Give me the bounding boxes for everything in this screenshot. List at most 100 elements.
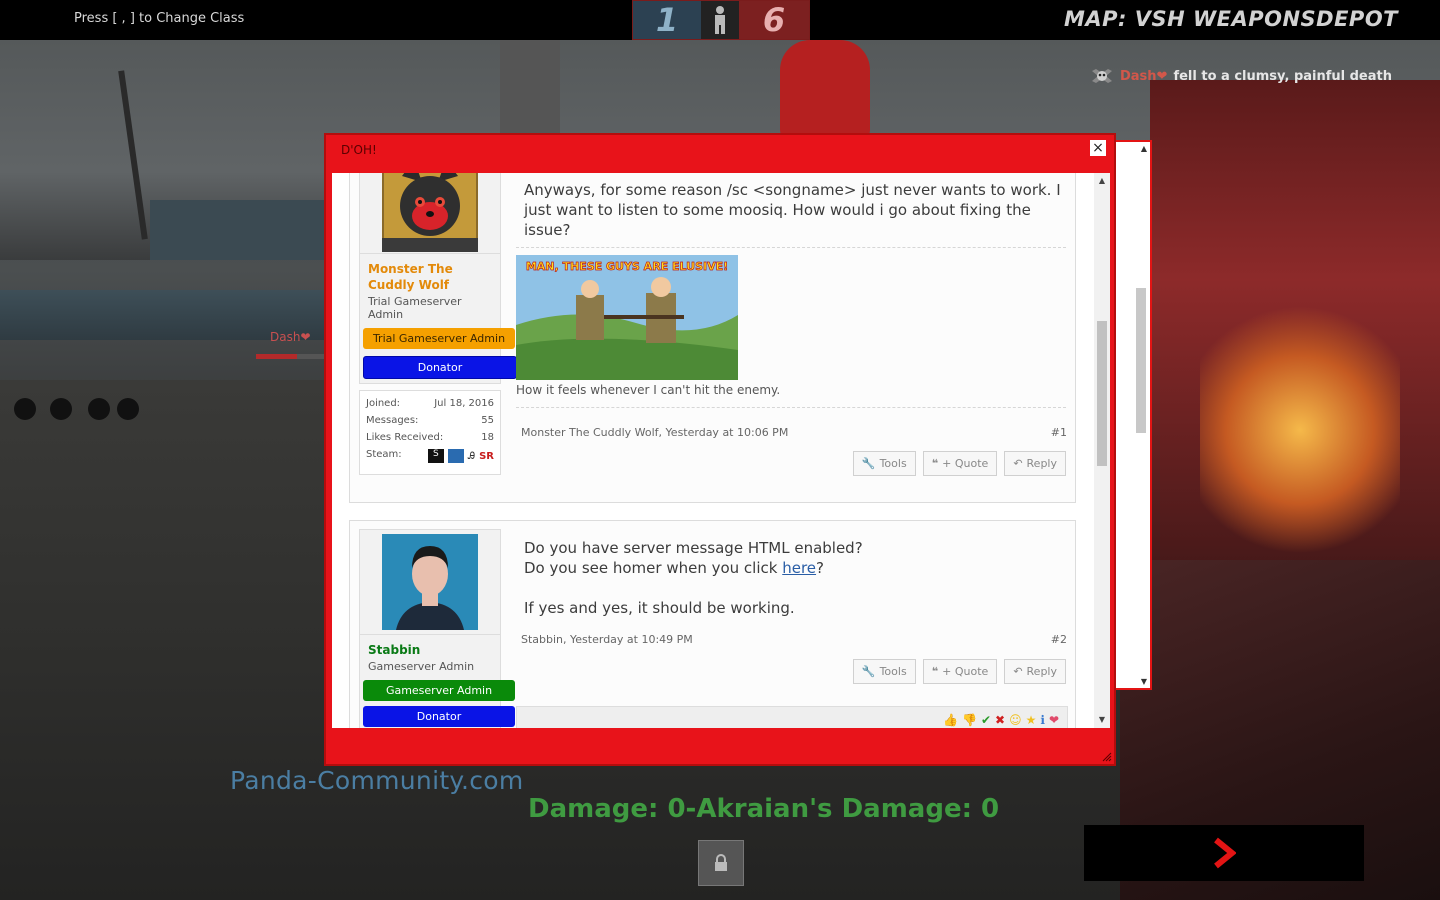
reply-button[interactable]: ↶ Reply (1004, 659, 1066, 684)
kill-feed: Dash❤ fell to a clumsy, painful death (1090, 66, 1392, 86)
winner-icon[interactable]: ★ (1026, 713, 1037, 727)
player-icon (701, 1, 739, 39)
player-health-fill (256, 354, 297, 359)
reply-button[interactable]: ↶ Reply (1004, 451, 1066, 476)
post-controls: 🔧 Tools ❝ + Quote ↶ Reply (852, 659, 1066, 684)
user-info-block: Monster The Cuddly Wolf Trial Gameserver… (359, 173, 517, 475)
here-link[interactable]: here (782, 559, 816, 577)
user-info: Stabbin Gameserver Admin Gameserver Admi… (359, 635, 515, 728)
post-controls: 🔧 Tools ❝ + Quote ↶ Reply (852, 451, 1066, 476)
damage-readout: Damage: 0-Akraian's Damage: 0 (528, 794, 1000, 824)
stat-likes: Likes Received: 18 (366, 432, 494, 443)
forum-post: Stabbin Gameserver Admin Gameserver Admi… (349, 520, 1076, 728)
tire (50, 398, 72, 420)
blu-score: 1 (633, 1, 701, 39)
avatar[interactable] (382, 173, 478, 252)
steam-icon[interactable]: S (427, 449, 444, 463)
stat-messages: Messages: 55 (366, 415, 494, 426)
heart-icon: ❤ (1156, 68, 1168, 84)
avatar-frame (359, 529, 501, 635)
background-scrollbar-thumb[interactable] (1136, 288, 1146, 433)
wrench-icon: 🔧 (861, 457, 876, 470)
tire (117, 398, 139, 420)
stat-steam: Steam: S Ꭿ SR (366, 449, 494, 463)
username[interactable]: Monster The Cuddly Wolf (368, 261, 492, 293)
scroll-down-icon[interactable]: ▼ (1141, 677, 1147, 686)
scroll-down-icon[interactable]: ▼ (1094, 712, 1110, 728)
link-icon[interactable]: Ꭿ (468, 451, 475, 462)
reply-icon: ↶ (1013, 665, 1023, 678)
killfeed-message: fell to a clumsy, painful death (1173, 68, 1392, 84)
like-icon[interactable]: 👍 (943, 713, 958, 727)
user-info: Monster The Cuddly Wolf Trial Gameserver… (359, 254, 517, 384)
user-title: Gameserver Admin (368, 660, 475, 673)
image-caption: How it feels whenever I can't hit the en… (516, 383, 781, 397)
change-class-hint: Press [ , ] to Change Class (74, 11, 245, 26)
lock-button[interactable] (698, 840, 744, 886)
next-button[interactable] (1084, 825, 1364, 881)
avatar-frame (359, 173, 501, 254)
quote-icon: ❝ (931, 665, 939, 678)
quote-icon: ❝ (931, 457, 939, 470)
forum-post: Monster The Cuddly Wolf Trial Gameserver… (349, 173, 1076, 503)
tire (88, 398, 110, 420)
scrollbar-thumb[interactable] (1097, 321, 1107, 466)
post-number[interactable]: #2 (1051, 633, 1067, 646)
tools-button[interactable]: 🔧 Tools (852, 659, 916, 684)
post-number[interactable]: #1 (1051, 426, 1067, 439)
tools-button[interactable]: 🔧 Tools (852, 451, 916, 476)
badge-icon[interactable] (447, 449, 464, 463)
boss-character (780, 40, 870, 140)
lock-icon (715, 854, 727, 871)
chevron-right-icon (1214, 837, 1236, 869)
divider (516, 407, 1066, 408)
disagree-icon[interactable]: ✖ (995, 713, 1005, 727)
user-stats: Joined: Jul 18, 2016 Messages: 55 Likes Re… (359, 390, 501, 475)
team-score: 1 6 (632, 0, 810, 40)
motd-dialog: D'OH! × Monster The Cuddly Wolf Trial Ga… (324, 133, 1116, 766)
post-meta[interactable]: Stabbin, Yesterday at 10:49 PM (521, 633, 693, 646)
avatar[interactable] (382, 534, 478, 630)
donator-banner: Donator (363, 706, 515, 727)
agree-icon[interactable]: ✔ (981, 713, 991, 727)
building-wall (150, 200, 340, 260)
user-info-block: Stabbin Gameserver Admin Gameserver Admi… (359, 529, 515, 728)
skull-icon (1091, 69, 1112, 83)
player-health-bar (256, 354, 324, 359)
quote-button[interactable]: ❝ + Quote (922, 659, 998, 684)
dialog-titlebar[interactable]: D'OH! × (326, 135, 1114, 165)
forum-viewport[interactable]: Monster The Cuddly Wolf Trial Gameserver… (332, 173, 1110, 728)
meme-caption-text: MAN, THESE GUYS ARE ELUSIVE! (526, 260, 728, 273)
map-name: MAP: VSH WEAPONSDEPOT (1063, 7, 1398, 31)
quote-button[interactable]: ❝ + Quote (922, 451, 998, 476)
killfeed-player: Dash❤ (1119, 68, 1168, 84)
reaction-bar: 👍 👎 ✔ ✖ ☺ ★ ℹ ❤ (516, 706, 1068, 728)
info-icon[interactable]: ℹ (1040, 713, 1045, 727)
reaction-icons: 👍 👎 ✔ ✖ ☺ ★ ℹ ❤ (943, 713, 1059, 727)
funny-icon[interactable]: ☺ (1009, 713, 1022, 727)
stat-joined: Joined: Jul 18, 2016 (366, 398, 494, 409)
close-button[interactable]: × (1090, 140, 1106, 156)
resize-grip-icon[interactable] (1102, 752, 1112, 762)
love-icon[interactable]: ❤ (1049, 713, 1059, 727)
player-nametag: Dash❤ (270, 330, 311, 344)
username[interactable]: Stabbin (368, 642, 492, 658)
meme-image[interactable]: MAN, THESE GUYS ARE ELUSIVE! (516, 255, 738, 380)
reply-icon: ↶ (1013, 457, 1023, 470)
divider (516, 247, 1066, 248)
community-watermark: Panda-Community.com (230, 766, 524, 795)
dislike-icon[interactable]: 👎 (962, 713, 977, 727)
trial-admin-banner: Trial Gameserver Admin (363, 328, 515, 349)
fire-glow (1200, 300, 1400, 560)
donator-banner: Donator (363, 356, 517, 379)
tire (14, 398, 36, 420)
post-message: Do you have server message HTML enabled?… (524, 539, 863, 617)
dialog-title: D'OH! (341, 143, 377, 157)
scroll-up-icon[interactable]: ▲ (1094, 173, 1110, 189)
red-score: 6 (739, 1, 809, 39)
post-meta[interactable]: Monster The Cuddly Wolf, Yesterday at 10… (521, 426, 788, 439)
dialog-scrollbar[interactable]: ▲ ▼ (1094, 173, 1110, 728)
wrench-icon: 🔧 (861, 665, 876, 678)
steam-rep-link[interactable]: SR (479, 451, 494, 462)
scroll-up-icon[interactable]: ▲ (1141, 144, 1147, 153)
